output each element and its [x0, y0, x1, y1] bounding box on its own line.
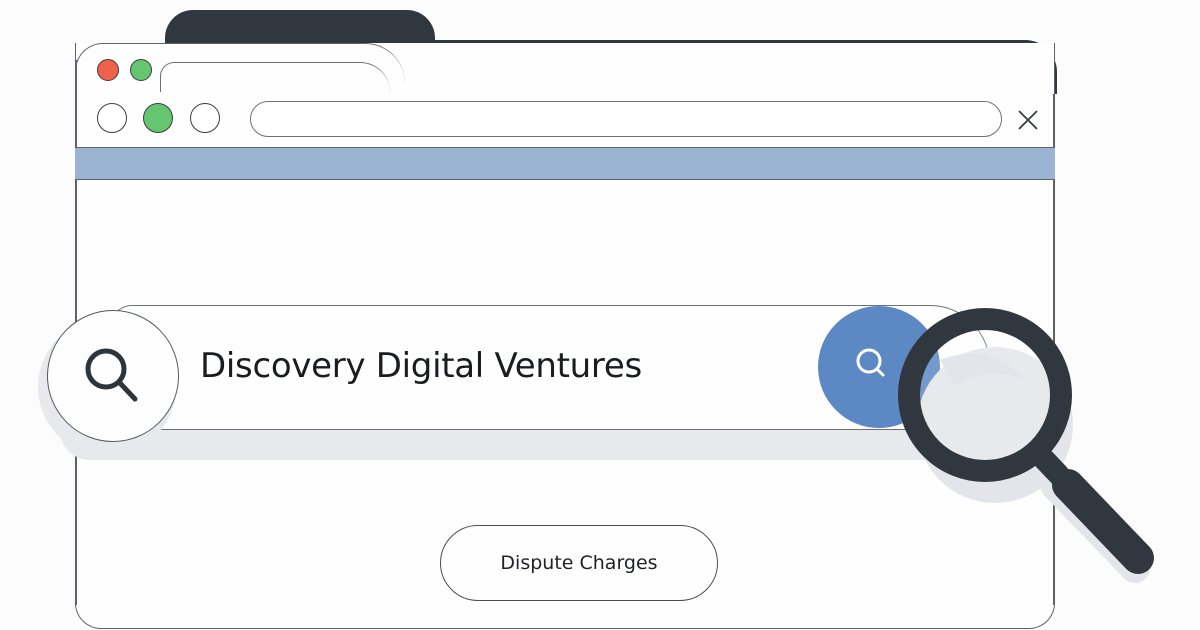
- search-icon: [85, 348, 138, 402]
- close-x-icon[interactable]: [1016, 108, 1040, 132]
- page-header-band: [75, 147, 1055, 180]
- window-maximize-button[interactable]: [130, 59, 152, 81]
- search-query-text[interactable]: Discovery Digital Ventures: [200, 338, 642, 394]
- tab-outline: [160, 62, 390, 92]
- address-bar-input[interactable]: [250, 101, 1002, 137]
- dispute-charges-button[interactable]: Dispute Charges: [440, 525, 718, 601]
- window-close-button[interactable]: [97, 59, 119, 81]
- search-icon-badge: [47, 310, 179, 442]
- nav-reload-button[interactable]: [143, 103, 173, 133]
- magnifying-glass-icon: [898, 308, 1154, 583]
- nav-forward-button[interactable]: [190, 103, 220, 133]
- nav-back-button[interactable]: [97, 103, 127, 133]
- dispute-charges-label: Dispute Charges: [500, 552, 658, 574]
